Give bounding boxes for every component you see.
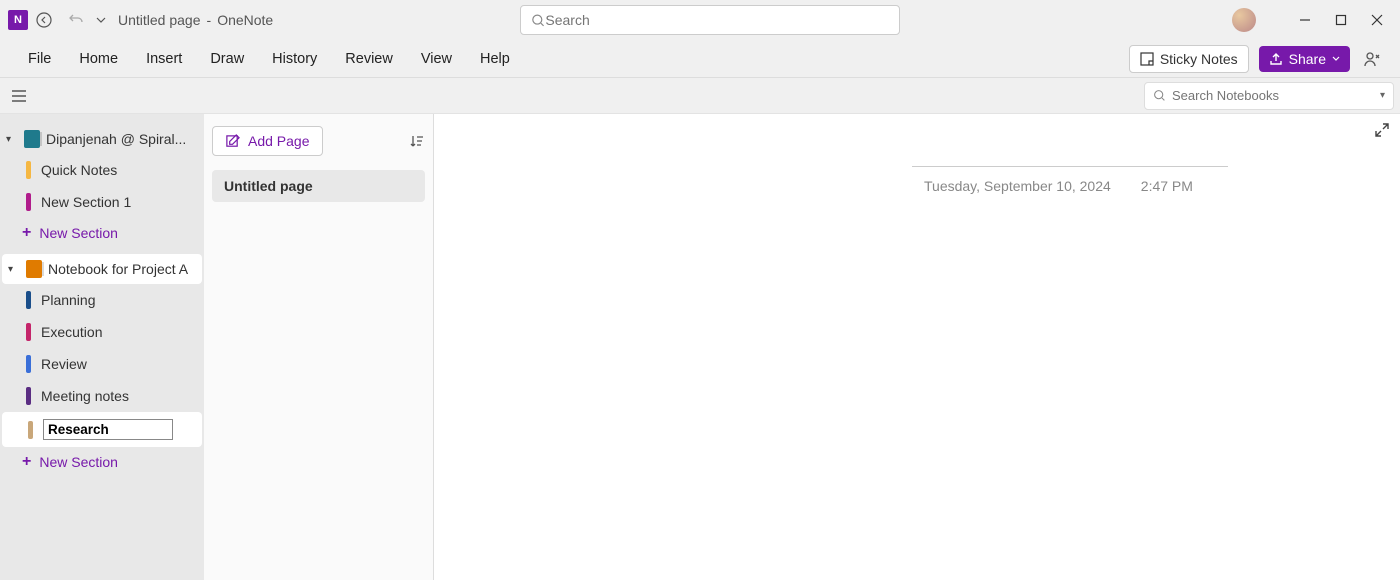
user-avatar[interactable] [1232,8,1256,32]
search-icon [1153,89,1166,102]
minimize-button[interactable] [1298,13,1312,27]
note-canvas[interactable]: Tuesday, September 10, 2024 2:47 PM [434,114,1400,580]
new-section-label: New Section [39,225,118,241]
menu-home[interactable]: Home [67,45,130,73]
section-row[interactable]: New Section 1 [0,186,204,218]
window-title-sep: - [207,12,212,28]
main-area: ▾ Dipanjenah @ Spiral... Quick Notes New… [0,114,1400,580]
title-underline [912,166,1228,167]
window-title-page: Untitled page [118,12,201,28]
section-row[interactable]: Execution [0,316,204,348]
note-time: 2:47 PM [1141,178,1193,194]
maximize-button[interactable] [1334,13,1348,27]
back-button[interactable] [28,4,60,36]
notebook-label: Dipanjenah @ Spiral... [46,131,198,147]
section-label: Review [41,356,87,372]
share-icon [1269,52,1283,66]
chevron-down-icon[interactable]: ▾ [8,264,20,275]
notebook-row[interactable]: ▾ Notebook for Project A [2,254,202,284]
section-row[interactable]: Quick Notes [0,154,204,186]
section-row[interactable]: Review [0,348,204,380]
plus-icon: + [22,224,31,242]
section-label: Execution [41,324,102,340]
section-color-tab [26,291,31,309]
menu-insert[interactable]: Insert [134,45,194,73]
menu-history[interactable]: History [260,45,329,73]
section-label: Quick Notes [41,162,117,178]
nav-toggle-button[interactable] [6,83,32,109]
section-label: Planning [41,292,96,308]
close-button[interactable] [1370,13,1384,27]
section-color-tab [26,387,31,405]
menu-review[interactable]: Review [333,45,405,73]
notebook-search-input[interactable] [1172,88,1374,103]
section-color-tab [26,161,31,179]
note-date: Tuesday, September 10, 2024 [924,178,1111,194]
notebook-row[interactable]: ▾ Dipanjenah @ Spiral... [0,124,204,154]
section-label: New Section 1 [41,194,131,210]
page-list-header: Add Page [212,126,425,156]
page-item-label: Untitled page [224,178,313,194]
sticky-notes-button[interactable]: Sticky Notes [1129,45,1249,73]
global-search-input[interactable] [545,12,889,28]
global-search[interactable] [520,5,900,35]
share-label: Share [1289,51,1326,67]
notebook-search[interactable]: ▾ [1144,82,1394,110]
menu-help[interactable]: Help [468,45,522,73]
section-color-tab [26,355,31,373]
sort-button[interactable] [409,133,425,149]
search-icon [531,13,545,28]
section-row-editing[interactable] [2,412,202,447]
undo-button[interactable] [60,4,92,36]
section-rename-input[interactable] [43,419,173,440]
page-item[interactable]: Untitled page [212,170,425,202]
navigation-toolbar: ▾ [0,78,1400,114]
page-list-panel: Add Page Untitled page [204,114,434,580]
onenote-app-icon: N [8,10,28,30]
window-title-app: OneNote [217,12,273,28]
section-row[interactable]: Meeting notes [0,380,204,412]
section-color-tab [28,421,33,439]
chevron-down-icon[interactable]: ▾ [1380,90,1385,101]
chevron-down-icon[interactable]: ▾ [6,134,18,145]
new-section-button[interactable]: + New Section [0,447,204,477]
section-color-tab [26,323,31,341]
titlebar: N Untitled page - OneNote [0,0,1400,40]
sticky-notes-label: Sticky Notes [1160,51,1238,67]
plus-icon: + [22,453,31,471]
notebook-label: Notebook for Project A [48,261,196,277]
fullscreen-button[interactable] [1374,122,1390,138]
add-page-button[interactable]: Add Page [212,126,323,156]
notebook-icon [24,130,40,148]
section-label: Meeting notes [41,388,129,404]
section-row[interactable]: Planning [0,284,204,316]
new-section-label: New Section [39,454,118,470]
menu-draw[interactable]: Draw [198,45,256,73]
sticky-note-icon [1140,52,1154,66]
notebook-icon [26,260,42,278]
new-section-button[interactable]: + New Section [0,218,204,248]
add-page-label: Add Page [248,133,310,149]
ribbon-tabs: File Home Insert Draw History Review Vie… [0,40,1400,78]
menu-file[interactable]: File [16,45,63,73]
notebook-sidebar: ▾ Dipanjenah @ Spiral... Quick Notes New… [0,114,204,580]
contacts-icon[interactable] [1360,47,1384,71]
note-metadata: Tuesday, September 10, 2024 2:47 PM [924,178,1193,194]
quick-access-dropdown[interactable] [92,4,110,36]
compose-icon [225,134,240,149]
menu-view[interactable]: View [409,45,464,73]
section-color-tab [26,193,31,211]
share-button[interactable]: Share [1259,46,1350,72]
chevron-down-icon [1332,55,1340,63]
